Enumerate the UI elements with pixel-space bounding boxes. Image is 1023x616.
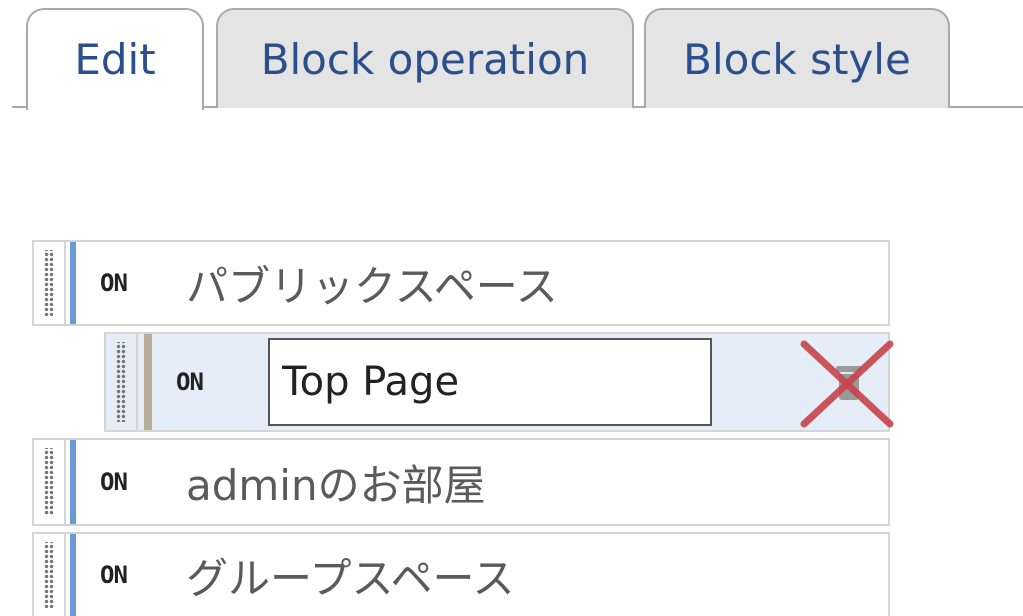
block-row-editing[interactable]: ON — [104, 332, 894, 432]
on-toggle[interactable]: ON — [100, 440, 128, 524]
accent-bar — [70, 440, 76, 524]
block-editor: Edit Block operation Block style ON パブリッ… — [0, 0, 1023, 616]
block-name-input[interactable] — [268, 338, 712, 426]
drag-handle-icon[interactable] — [34, 534, 66, 616]
delete-x-icon[interactable] — [792, 336, 902, 432]
tab-block-style[interactable]: Block style — [644, 8, 950, 108]
block-name[interactable]: グループスペース — [186, 534, 514, 616]
on-toggle[interactable]: ON — [100, 242, 128, 324]
accent-bar — [144, 334, 152, 430]
accent-bar — [70, 242, 76, 324]
accent-bar — [70, 534, 76, 616]
drag-handle-icon[interactable] — [106, 334, 138, 430]
block-name[interactable]: adminのお部屋 — [186, 440, 486, 524]
block-row[interactable]: ON パブリックスペース — [32, 240, 890, 326]
on-toggle[interactable]: ON — [176, 334, 204, 430]
drag-handle-icon[interactable] — [34, 440, 66, 524]
tab-edit[interactable]: Edit — [26, 8, 204, 110]
on-toggle[interactable]: ON — [100, 534, 128, 616]
block-row[interactable]: ON adminのお部屋 — [32, 438, 890, 526]
tab-block-operation[interactable]: Block operation — [216, 8, 634, 108]
block-row[interactable]: ON グループスペース — [32, 532, 890, 616]
drag-handle-icon[interactable] — [34, 242, 66, 324]
block-name[interactable]: パブリックスペース — [186, 242, 558, 324]
